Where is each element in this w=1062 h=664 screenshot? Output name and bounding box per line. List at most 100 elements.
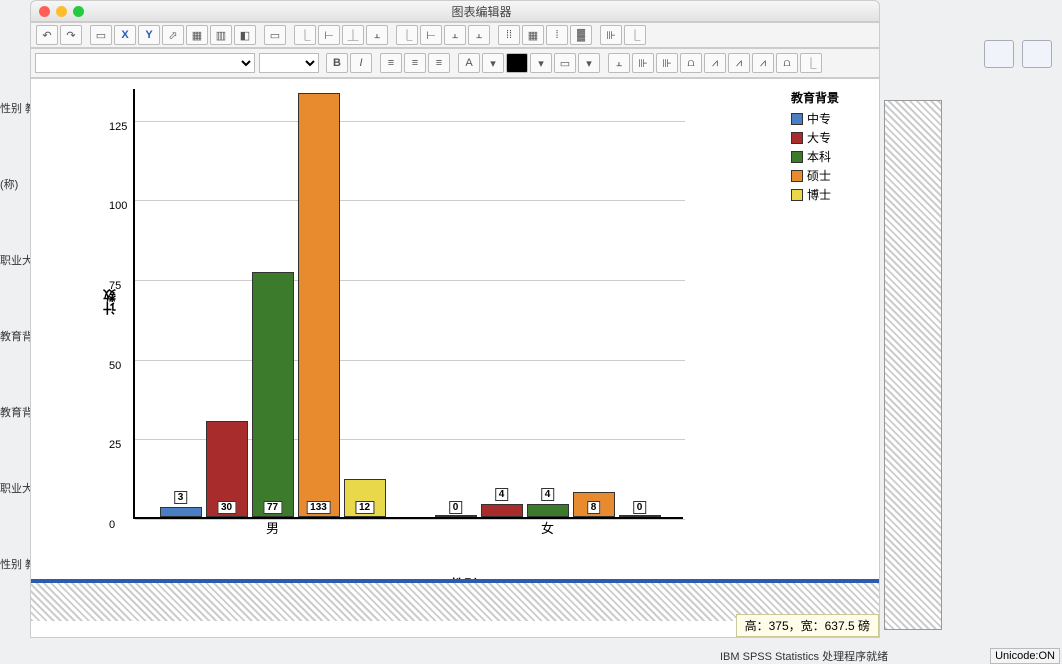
grid-icon[interactable]: ⁞⁞ — [498, 25, 520, 45]
chart-type-icon[interactable]: ⎿ — [624, 25, 646, 45]
chart-mini-icon[interactable]: ⩘ — [704, 53, 726, 73]
y-tick: 0 — [109, 519, 243, 531]
legend-item[interactable]: 硕士 — [791, 167, 839, 184]
tool-icon[interactable]: ▭ — [264, 25, 286, 45]
bar-value-label: 3 — [174, 491, 188, 504]
outer-toolbar-icons — [984, 40, 1052, 68]
font-family-select[interactable] — [35, 53, 255, 73]
chart-type-icon[interactable]: ⊢ — [420, 25, 442, 45]
bg-label: 教育背 — [0, 404, 28, 420]
chart-mini-icon[interactable]: ⫠ — [608, 53, 630, 73]
chart-mini-icon[interactable]: ⊪ — [656, 53, 678, 73]
window-title: 图表编辑器 — [84, 3, 879, 20]
y-tick: 50 — [109, 360, 243, 372]
legend-item[interactable]: 本科 — [791, 148, 839, 165]
legend-swatch — [791, 113, 803, 125]
legend-label: 本科 — [807, 148, 831, 165]
chart-type-icon[interactable]: ⎿ — [294, 25, 316, 45]
bar-value-label: 0 — [449, 501, 463, 514]
grid-icon[interactable]: ⁞ — [546, 25, 568, 45]
category-label: 女 — [541, 518, 554, 537]
chart-type-icon[interactable]: ⊢ — [318, 25, 340, 45]
window-titlebar: 图表编辑器 — [30, 0, 880, 22]
italic-button[interactable]: I — [350, 53, 372, 73]
legend-title: 教育背景 — [791, 89, 839, 106]
tool-icon[interactable]: ▥ — [210, 25, 232, 45]
app-icon-2[interactable] — [1022, 40, 1052, 68]
bar[interactable]: 3 — [160, 507, 202, 517]
plot-area[interactable]: 3307713312男04480女 — [133, 89, 683, 519]
window-controls — [31, 6, 84, 17]
chart-mini-icon[interactable]: ⎿ — [800, 53, 822, 73]
chart-type-icon[interactable]: ⫠ — [366, 25, 388, 45]
chart-mini-icon[interactable]: ⩍ — [680, 53, 702, 73]
legend-item[interactable]: 博士 — [791, 186, 839, 203]
bar[interactable]: 0 — [619, 515, 661, 517]
undo-button[interactable]: ↶ — [36, 25, 58, 45]
chart-mini-icon[interactable]: ⊪ — [632, 53, 654, 73]
toolbar-format: B I ≡ ≡ ≡ A ▾ ▾ ▭ ▾ ⫠ ⊪ ⊪ ⩍ ⩘ ⩘ ⩘ ⩍ ⎿ — [30, 48, 880, 78]
legend: 教育背景 中专 大专 本科 硕士 博士 — [791, 89, 839, 205]
legend-swatch — [791, 132, 803, 144]
zoom-icon[interactable] — [73, 6, 84, 17]
minimize-icon[interactable] — [56, 6, 67, 17]
chart-type-icon[interactable]: ⫠ — [468, 25, 490, 45]
tool-icon[interactable]: ▭ — [90, 25, 112, 45]
grid-icon[interactable]: ▦ — [522, 25, 544, 45]
align-left-icon[interactable]: ≡ — [380, 53, 402, 73]
bar-value-label: 77 — [263, 501, 282, 514]
chart-type-icon[interactable]: ⫠ — [444, 25, 466, 45]
bar-value-label: 133 — [306, 501, 331, 514]
legend-label: 硕士 — [807, 167, 831, 184]
fill-color-swatch[interactable] — [506, 53, 528, 73]
legend-swatch — [791, 151, 803, 163]
legend-label: 大专 — [807, 129, 831, 146]
legend-item[interactable]: 中专 — [791, 110, 839, 127]
unicode-status: Unicode:ON — [990, 648, 1060, 664]
tool-icon[interactable]: ◧ — [234, 25, 256, 45]
bar[interactable]: 77 — [252, 272, 294, 517]
chart-type-icon[interactable]: ⏊ — [342, 25, 364, 45]
close-icon[interactable] — [39, 6, 50, 17]
app-icon-1[interactable] — [984, 40, 1014, 68]
y-axis-button[interactable]: Y — [138, 25, 160, 45]
bg-label: 性别 教 — [0, 556, 28, 572]
color-icon[interactable]: ▓ — [570, 25, 592, 45]
tool-icon[interactable]: ⬀ — [162, 25, 184, 45]
text-color-button[interactable]: A — [458, 53, 480, 73]
border-color-swatch[interactable]: ▭ — [554, 53, 576, 73]
bar[interactable]: 0 — [435, 515, 477, 517]
dropdown-icon[interactable]: ▾ — [530, 53, 552, 73]
bar[interactable]: 133 — [298, 93, 340, 517]
chart-mini-icon[interactable]: ⩘ — [752, 53, 774, 73]
dropdown-icon[interactable]: ▾ — [578, 53, 600, 73]
bar[interactable]: 4 — [481, 504, 523, 517]
background-sidebar: 性别 教 (称) 职业大 教育背 教育背 职业大 性别 教 — [0, 100, 28, 572]
bar[interactable]: 8 — [573, 492, 615, 517]
chart-mini-icon[interactable]: ⩘ — [728, 53, 750, 73]
chart-type-icon[interactable]: ⊪ — [600, 25, 622, 45]
bar[interactable]: 4 — [527, 504, 569, 517]
bar[interactable]: 12 — [344, 479, 386, 517]
legend-swatch — [791, 189, 803, 201]
chart-editor-canvas: 计数 3307713312男04480女 性别 0255075100125 教育… — [30, 78, 880, 638]
background-hatch-panel — [884, 100, 942, 630]
dropdown-icon[interactable]: ▾ — [482, 53, 504, 73]
chart-area: 计数 3307713312男04480女 性别 0255075100125 — [101, 89, 801, 549]
legend-item[interactable]: 大专 — [791, 129, 839, 146]
tool-icon[interactable]: ▦ — [186, 25, 208, 45]
spss-status-text: IBM SPSS Statistics 处理程序就绪 — [720, 648, 888, 664]
bar[interactable]: 30 — [206, 421, 248, 517]
x-axis-button[interactable]: X — [114, 25, 136, 45]
chart-mini-icon[interactable]: ⩍ — [776, 53, 798, 73]
bg-label: 职业大 — [0, 252, 28, 268]
bar-value-label: 4 — [541, 488, 555, 501]
redo-button[interactable]: ↷ — [60, 25, 82, 45]
align-right-icon[interactable]: ≡ — [428, 53, 450, 73]
legend-label: 博士 — [807, 186, 831, 203]
bold-button[interactable]: B — [326, 53, 348, 73]
size-status-popup: 高：375，宽：637.5 磅 — [736, 614, 879, 637]
chart-type-icon[interactable]: ⎿ — [396, 25, 418, 45]
font-size-select[interactable] — [259, 53, 319, 73]
align-center-icon[interactable]: ≡ — [404, 53, 426, 73]
